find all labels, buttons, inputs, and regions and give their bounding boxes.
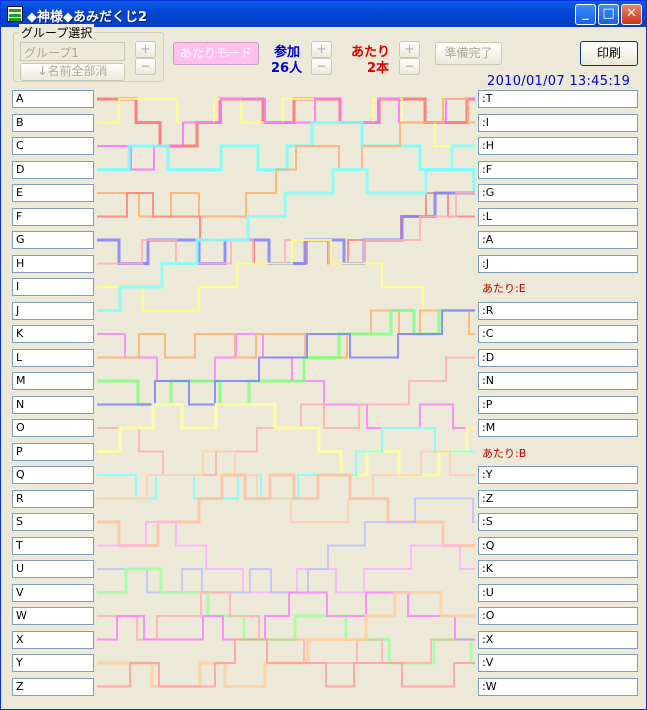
result-winner: あたり:B xyxy=(482,446,527,460)
name-field[interactable]: R xyxy=(12,489,94,508)
ladder-path xyxy=(97,473,475,547)
result-field: :X xyxy=(478,630,638,649)
ready-button[interactable]: 準備完了 xyxy=(435,42,502,65)
result-field: :O xyxy=(478,607,638,625)
name-field[interactable]: K xyxy=(12,325,94,343)
atari-mode-button[interactable]: あたりモード xyxy=(173,42,259,65)
group-select-label: グループ選択 xyxy=(19,24,95,41)
winners-plus-button[interactable]: + xyxy=(399,41,420,58)
clear-all-names-button[interactable]: ↓名前全部消 xyxy=(20,63,125,81)
name-field[interactable]: G xyxy=(12,231,94,249)
result-field: :K xyxy=(478,560,638,578)
result-field: :V xyxy=(478,654,638,672)
name-field[interactable]: M xyxy=(12,372,94,390)
result-field: :H xyxy=(478,137,638,155)
name-field[interactable]: C xyxy=(12,137,94,155)
name-field[interactable]: E xyxy=(12,184,94,202)
result-field: :A xyxy=(478,231,638,249)
minimize-button[interactable]: _ xyxy=(575,4,596,25)
result-field: :J xyxy=(478,254,638,273)
name-field[interactable]: U xyxy=(12,560,94,578)
name-field[interactable]: T xyxy=(12,536,94,555)
winners-count: 2本 xyxy=(367,61,390,76)
participants-count: 26人 xyxy=(271,61,303,76)
name-field[interactable]: A xyxy=(12,90,94,108)
name-field[interactable]: W xyxy=(12,607,94,625)
result-field: :W xyxy=(478,677,638,696)
result-field: :P xyxy=(478,395,638,414)
name-field[interactable]: O xyxy=(12,419,94,437)
app-icon xyxy=(7,6,23,22)
ladder-path xyxy=(97,403,475,477)
group-name-input[interactable]: グループ1 xyxy=(20,42,125,61)
participants-minus-button[interactable]: − xyxy=(311,58,332,75)
name-field[interactable]: H xyxy=(12,254,94,273)
result-field: :T xyxy=(478,90,638,108)
window-title: ◆神様◆あみだくじ2 xyxy=(27,10,148,25)
name-field[interactable]: F xyxy=(12,207,94,226)
name-field[interactable]: Z xyxy=(12,677,94,696)
name-field[interactable]: L xyxy=(12,348,94,367)
result-field: :G xyxy=(478,184,638,202)
datetime-display: 2010/01/07 13:45:19 xyxy=(487,74,631,89)
result-field: :M xyxy=(478,419,638,437)
result-field: :Z xyxy=(478,489,638,508)
amida-ladder xyxy=(97,97,475,688)
name-field[interactable]: J xyxy=(12,301,94,320)
maximize-button[interactable]: □ xyxy=(598,4,619,25)
result-field: :Q xyxy=(478,536,638,555)
result-winner: あたり:E xyxy=(482,282,526,295)
name-field[interactable]: I xyxy=(12,278,94,296)
result-field: :I xyxy=(478,113,638,132)
result-field: :U xyxy=(478,583,638,602)
name-field[interactable]: V xyxy=(12,583,94,602)
ladder-path xyxy=(97,427,475,500)
result-field: :R xyxy=(478,301,638,320)
name-field[interactable]: N xyxy=(12,395,94,414)
result-field: :N xyxy=(478,372,638,390)
name-field[interactable]: D xyxy=(12,160,94,179)
name-field[interactable]: P xyxy=(12,442,94,461)
title-bar[interactable]: ◆神様◆あみだくじ2 _ □ ✕ xyxy=(1,1,646,27)
result-field: :S xyxy=(478,513,638,531)
name-field[interactable]: B xyxy=(12,113,94,132)
ladder-path xyxy=(97,521,475,594)
name-field[interactable]: Y xyxy=(12,654,94,672)
winners-minus-button[interactable]: − xyxy=(399,58,420,75)
name-field[interactable]: S xyxy=(12,513,94,531)
name-field[interactable]: Q xyxy=(12,466,94,484)
participants-plus-button[interactable]: + xyxy=(311,41,332,58)
group-minus-button[interactable]: − xyxy=(135,58,156,75)
ladder-path xyxy=(97,591,475,664)
result-field: :Y xyxy=(478,466,638,484)
result-field: :C xyxy=(478,325,638,343)
print-button[interactable]: 印刷 xyxy=(580,41,638,66)
name-field[interactable]: X xyxy=(12,630,94,649)
result-field: :D xyxy=(478,348,638,367)
result-field: :F xyxy=(478,160,638,179)
app-window: ◆神様◆あみだくじ2 _ □ ✕ グループ選択 グループ1 + − ↓名前全部消… xyxy=(0,0,647,710)
group-plus-button[interactable]: + xyxy=(135,41,156,58)
ladder-path xyxy=(97,450,475,523)
ladder-path xyxy=(97,591,475,641)
close-button[interactable]: ✕ xyxy=(621,4,642,25)
result-field: :L xyxy=(478,207,638,226)
